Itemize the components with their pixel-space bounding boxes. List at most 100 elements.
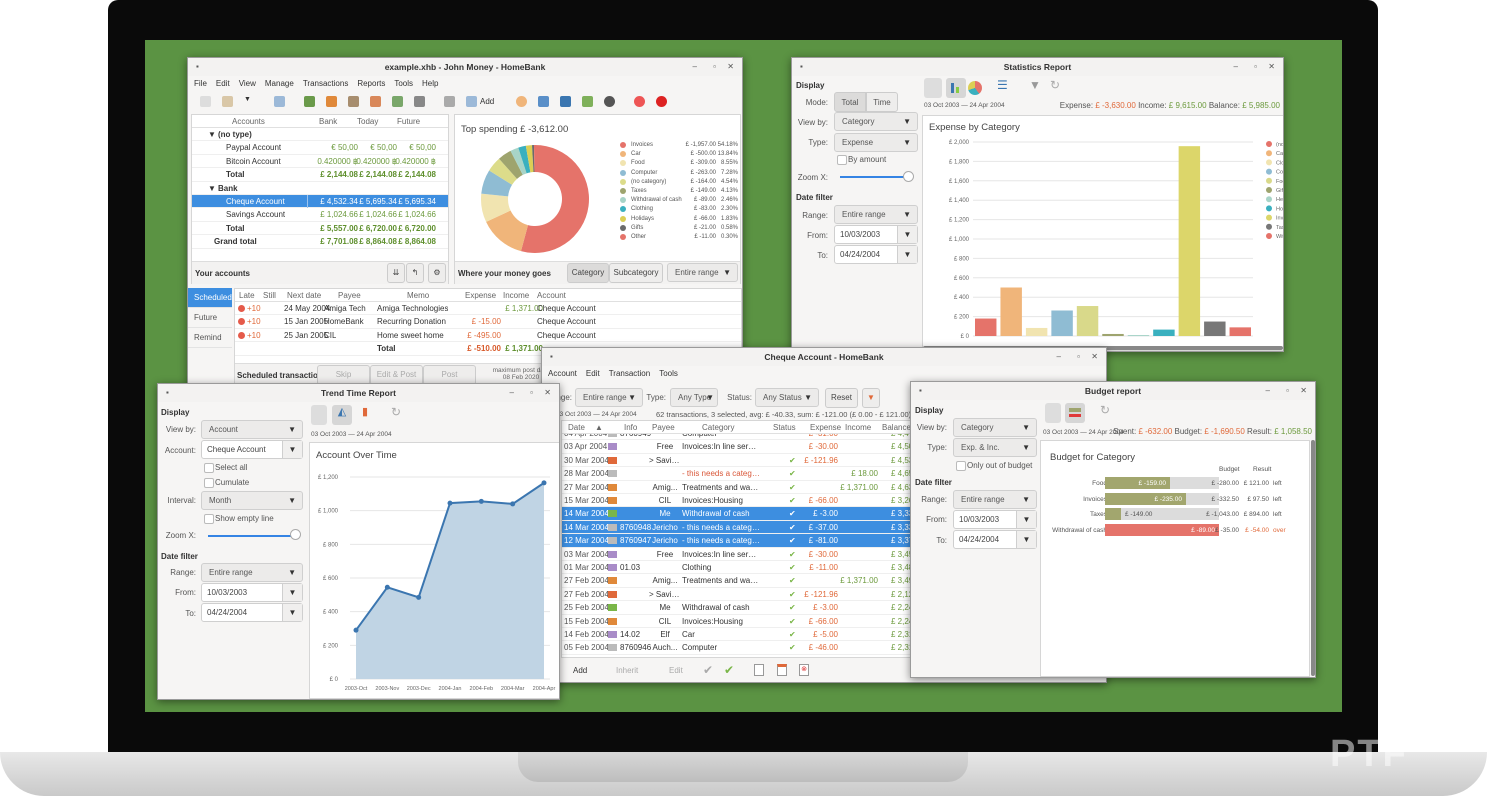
maximize-button[interactable]: ▫ — [1077, 348, 1080, 366]
bar-holidays[interactable] — [1153, 329, 1175, 336]
from-date-field[interactable]: 10/03/2003 ▼ — [834, 225, 918, 244]
data-point[interactable] — [353, 627, 359, 633]
tab-future[interactable]: Future — [188, 308, 232, 328]
menu-reports[interactable]: Reports — [357, 79, 385, 88]
post-button[interactable]: Post — [423, 365, 476, 384]
menu-edit[interactable]: Edit — [216, 79, 230, 88]
vertical-scrollbar[interactable] — [1311, 440, 1315, 676]
data-point[interactable] — [384, 584, 390, 590]
data-point[interactable] — [478, 498, 484, 504]
type-dropdown[interactable]: Exp. & Inc. ▼ — [953, 438, 1037, 457]
maximize-button[interactable]: ▫ — [1286, 382, 1289, 400]
account-row[interactable]: (no type) ▼ — [192, 128, 448, 142]
range-dropdown[interactable]: Entire range ▼ — [667, 263, 738, 282]
window-menu-icon[interactable]: ▪ — [550, 348, 553, 366]
data-point[interactable] — [447, 500, 453, 506]
line-chart-icon[interactable]: ◭ — [332, 405, 352, 425]
new-file-icon[interactable] — [200, 96, 211, 107]
assistant-icon[interactable] — [414, 96, 425, 107]
account-combo[interactable]: Cheque Account ▼ — [201, 440, 303, 459]
menu-transaction[interactable]: Transaction — [609, 369, 651, 378]
by-amount-checkbox[interactable]: By amount — [837, 155, 886, 165]
close-button[interactable]: ✕ — [544, 384, 551, 402]
from-date-field[interactable]: 10/03/2003 ▼ — [201, 583, 303, 602]
viewby-dropdown[interactable]: Account ▼ — [201, 420, 303, 439]
data-point[interactable] — [541, 480, 547, 486]
menu-view[interactable]: View — [239, 79, 256, 88]
donate-icon[interactable] — [656, 96, 667, 107]
bar-clothing[interactable] — [1025, 327, 1048, 336]
assign-icon[interactable] — [777, 664, 787, 676]
vehicle-cost-icon[interactable] — [604, 96, 615, 107]
menu-tools[interactable]: Tools — [659, 369, 678, 378]
settings-gear-icon[interactable]: ⚙ — [428, 263, 446, 283]
calendar-dropdown-icon[interactable]: ▼ — [897, 246, 917, 263]
data-point[interactable] — [510, 501, 516, 507]
budget-report-icon[interactable] — [582, 96, 593, 107]
payees-icon[interactable] — [326, 96, 337, 107]
bar-health[interactable] — [1127, 335, 1150, 337]
account-row[interactable]: Cheque Account £ 4,532.34 £ 5,695.34 £ 5,69… — [192, 195, 448, 209]
zoom-slider-handle[interactable] — [903, 171, 914, 182]
status-dropdown[interactable]: Any Status ▼ — [755, 388, 819, 407]
tab-remind[interactable]: Remind — [188, 328, 232, 348]
reconcile-icon[interactable]: ✔ — [724, 663, 734, 677]
range-dropdown[interactable]: Entire range ▼ — [201, 563, 303, 582]
minimize-button[interactable]: – — [1234, 58, 1238, 76]
mode-total-toggle[interactable]: Total — [834, 92, 866, 112]
categories-icon[interactable] — [348, 96, 359, 107]
budget-chart-icon[interactable] — [1065, 403, 1085, 423]
zoom-slider[interactable] — [840, 176, 908, 178]
pie-chart-icon[interactable] — [968, 81, 982, 95]
only-out-of-budget-checkbox[interactable]: Only out of budget — [956, 461, 1032, 471]
interval-dropdown[interactable]: Month ▼ — [201, 491, 303, 510]
subcategory-toggle[interactable]: Subcategory — [609, 263, 663, 283]
trend-icon[interactable] — [538, 96, 549, 107]
accounts-icon[interactable] — [304, 96, 315, 107]
add-transaction-icon[interactable] — [466, 96, 477, 107]
range-dropdown[interactable]: Entire range ▼ — [834, 205, 918, 224]
to-date-field[interactable]: 04/24/2004 ▼ — [834, 245, 918, 264]
inherit-button[interactable]: Inherit — [616, 666, 638, 675]
minimize-button[interactable]: – — [510, 384, 514, 402]
scheduled-row[interactable]: +10 24 May 2004 Amiga Tech Amiga Technologi… — [235, 302, 741, 316]
calendar-dropdown-icon[interactable]: ▼ — [1016, 531, 1036, 548]
scheduled-row[interactable]: +10 15 Jan 2005 HomeBank Recurring Donation… — [235, 315, 741, 329]
menu-edit[interactable]: Edit — [586, 369, 600, 378]
sort-ascending-icon[interactable]: ▲ — [595, 421, 603, 434]
delete-icon[interactable]: ⊗ — [799, 664, 809, 676]
window-menu-icon[interactable]: ▪ — [196, 58, 199, 76]
calendar-dropdown-icon[interactable]: ▼ — [897, 226, 917, 243]
expander-triangle-icon[interactable]: ▼ — [208, 182, 216, 195]
menu-account[interactable]: Account — [548, 369, 577, 378]
skip-button[interactable]: Skip — [317, 365, 370, 384]
to-date-field[interactable]: 04/24/2004 ▼ — [953, 530, 1037, 549]
close-button[interactable]: ✕ — [1300, 382, 1307, 400]
bar-chart-icon[interactable] — [946, 78, 966, 98]
balance-icon[interactable] — [560, 96, 571, 107]
save-icon[interactable] — [274, 96, 285, 107]
list-view-icon[interactable] — [1045, 403, 1061, 423]
archive-icon[interactable] — [392, 96, 403, 107]
menu-help[interactable]: Help — [422, 79, 438, 88]
from-date-field[interactable]: 10/03/2003 ▼ — [953, 510, 1037, 529]
filter-icon[interactable]: ▼ — [862, 388, 880, 408]
expander-triangle-icon[interactable]: ▼ — [208, 128, 216, 141]
add-button[interactable]: Add — [573, 666, 587, 675]
bar-chart-icon[interactable]: ▮ — [355, 405, 375, 425]
calendar-dropdown-icon[interactable]: ▼ — [282, 584, 302, 601]
statistics-icon[interactable] — [516, 96, 527, 107]
window-menu-icon[interactable]: ▪ — [800, 58, 803, 76]
account-row[interactable]: Total £ 5,557.00 £ 6,720.00 £ 6,720.00 — [192, 222, 448, 236]
cumulate-checkbox[interactable]: Cumulate — [204, 478, 249, 488]
account-row[interactable]: Savings Account £ 1,024.66 £ 1,024.66 £ 1,0… — [192, 208, 448, 222]
bar-invoices[interactable] — [1178, 146, 1201, 336]
to-date-field[interactable]: 04/24/2004 ▼ — [201, 603, 303, 622]
refresh-icon[interactable]: ↻ — [1095, 403, 1115, 423]
mode-time-toggle[interactable]: Time — [866, 92, 898, 112]
account-row[interactable]: Paypal Account € 50,00 € 50,00 € 50,00 — [192, 141, 448, 155]
account-row[interactable]: Grand total £ 7,701.08 £ 8,864.08 £ 8,864.0… — [192, 235, 448, 249]
show-empty-line-checkbox[interactable]: Show empty line — [204, 514, 274, 524]
chevron-down-icon[interactable]: ▼ — [282, 441, 302, 458]
window-menu-icon[interactable]: ▪ — [166, 384, 169, 402]
